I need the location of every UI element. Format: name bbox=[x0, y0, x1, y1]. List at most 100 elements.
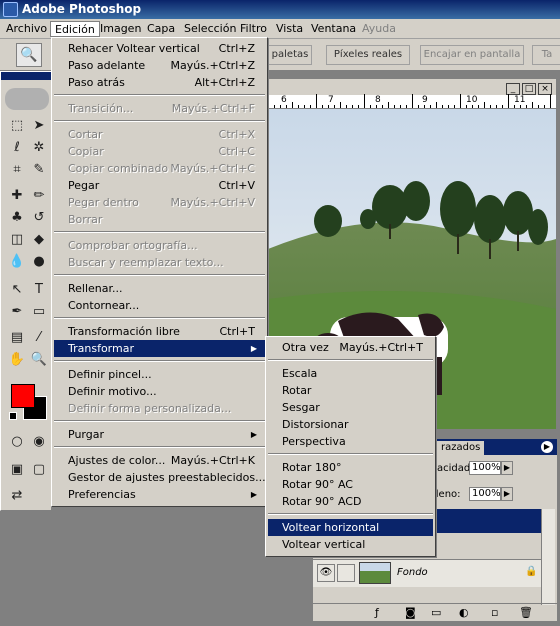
menu-item-preset-manager[interactable]: Gestor de ajustes preestablecidos... bbox=[54, 469, 266, 486]
menu-item-transform[interactable]: Transformar ▶ bbox=[54, 340, 265, 357]
menu-item-flip-horizontal[interactable]: Voltear horizontal bbox=[268, 519, 433, 536]
screen-mode-full-icon[interactable]: ▢ bbox=[29, 460, 49, 480]
ruler-tick bbox=[388, 102, 389, 108]
menu-item-stroke[interactable]: Contornear... bbox=[54, 297, 265, 314]
fill-input[interactable]: 100% bbox=[469, 487, 501, 501]
adjustment-layer-icon[interactable]: ◐ bbox=[459, 606, 469, 619]
menu-item-define-brush[interactable]: Definir pincel... bbox=[54, 366, 265, 383]
pen-tool-icon[interactable]: ✒ bbox=[7, 302, 27, 322]
menu-ventana[interactable]: Ventana bbox=[307, 21, 360, 37]
paint-bucket-icon[interactable]: ◆ bbox=[29, 230, 49, 250]
ruler-tick bbox=[544, 105, 545, 108]
actual-pixels-button[interactable]: Píxeles reales bbox=[326, 45, 410, 65]
history-brush-icon[interactable]: ↺ bbox=[29, 208, 49, 228]
menu-item-step-forward[interactable]: Paso adelante Mayús.+Ctrl+Z bbox=[54, 57, 265, 74]
type-tool-icon[interactable]: T bbox=[29, 280, 49, 300]
title-bar: Adobe Photoshop bbox=[0, 0, 560, 19]
screen-mode-standard-icon[interactable]: ▣ bbox=[7, 460, 27, 480]
fill-arrow-icon[interactable]: ▶ bbox=[501, 487, 513, 501]
print-size-button[interactable]: Ta bbox=[532, 45, 560, 65]
menu-item-paste[interactable]: Pegar Ctrl+V bbox=[54, 177, 265, 194]
menu-item-scale[interactable]: Escala bbox=[268, 365, 433, 382]
menu-item-perspective[interactable]: Perspectiva bbox=[268, 433, 433, 450]
opacity-input[interactable]: 100% bbox=[469, 461, 501, 475]
crop-tool-icon[interactable]: ⌗ bbox=[7, 160, 27, 180]
maximize-icon[interactable]: □ bbox=[522, 83, 536, 95]
zoom-tool-icon[interactable]: 🔍 bbox=[16, 43, 42, 67]
fit-screen-button[interactable]: Encajar en pantalla bbox=[420, 45, 524, 65]
menu-ayuda[interactable]: Ayuda bbox=[358, 21, 400, 37]
hand-tool-icon[interactable]: ✋ bbox=[7, 350, 27, 370]
trash-icon[interactable]: 🗑 bbox=[519, 606, 533, 619]
menu-item-define-pattern[interactable]: Definir motivo... bbox=[54, 383, 265, 400]
eyedropper-icon[interactable]: ⁄ bbox=[29, 328, 49, 348]
new-layer-icon[interactable]: ▫ bbox=[491, 606, 498, 619]
menu-imagen[interactable]: Imagen bbox=[96, 21, 145, 37]
magic-wand-icon[interactable]: ✲ bbox=[29, 138, 49, 158]
jump-to-imageready-icon[interactable]: ⇄ bbox=[7, 486, 27, 506]
menu-capa[interactable]: Capa bbox=[143, 21, 179, 37]
tab-paths[interactable]: razados bbox=[437, 441, 485, 455]
menu-item-rotate-180[interactable]: Rotar 180° bbox=[268, 459, 433, 476]
menu-vista[interactable]: Vista bbox=[272, 21, 307, 37]
ruler-tick bbox=[394, 105, 395, 108]
menu-item-free-transform[interactable]: Transformación libre Ctrl+T bbox=[54, 323, 265, 340]
path-selection-icon[interactable]: ↖ bbox=[7, 280, 27, 300]
slice-tool-icon[interactable]: ✎ bbox=[29, 160, 49, 180]
opacity-arrow-icon[interactable]: ▶ bbox=[501, 461, 513, 475]
ruler-tick bbox=[508, 94, 509, 108]
standard-mode-icon[interactable]: ○ bbox=[7, 432, 27, 452]
layer-mask-icon[interactable]: ◙ bbox=[405, 606, 416, 619]
ruler-tick bbox=[460, 94, 461, 108]
menu-item-color-settings[interactable]: Ajustes de color... Mayús.+Ctrl+K bbox=[54, 452, 265, 469]
brush-tool-icon[interactable]: ✏ bbox=[29, 186, 49, 206]
eraser-tool-icon[interactable]: ◫ bbox=[7, 230, 27, 250]
menu-item-purge[interactable]: Purgar ▶ bbox=[54, 426, 265, 443]
menu-item-again[interactable]: Otra vez Mayús.+Ctrl+T bbox=[268, 339, 433, 356]
menu-item-fill[interactable]: Rellenar... bbox=[54, 280, 265, 297]
ruler-tick bbox=[502, 105, 503, 108]
menu-item-flip-vertical[interactable]: Voltear vertical bbox=[268, 536, 433, 553]
default-colors-icon[interactable] bbox=[9, 412, 17, 420]
lasso-tool-icon[interactable]: ℓ bbox=[7, 138, 27, 158]
menu-filtro[interactable]: Filtro bbox=[236, 21, 271, 37]
layers-scrollbar[interactable] bbox=[541, 509, 555, 605]
ruler-tick bbox=[478, 105, 479, 108]
menu-item-distort[interactable]: Distorsionar bbox=[268, 416, 433, 433]
shape-tool-icon[interactable]: ▭ bbox=[29, 302, 49, 322]
menu-item-rotate-90-ccw[interactable]: Rotar 90° ACD bbox=[268, 493, 433, 510]
notes-tool-icon[interactable]: ▤ bbox=[7, 328, 27, 348]
ruler-tick bbox=[448, 105, 449, 108]
layer-style-icon[interactable]: ƒ bbox=[375, 606, 379, 619]
dodge-tool-icon[interactable]: ● bbox=[29, 252, 49, 272]
menu-item-skew[interactable]: Sesgar bbox=[268, 399, 433, 416]
menu-item-step-backward[interactable]: Paso atrás Alt+Ctrl+Z bbox=[54, 74, 265, 91]
marquee-tool-icon[interactable]: ⬚ bbox=[7, 116, 27, 136]
clone-stamp-icon[interactable]: ♣ bbox=[7, 208, 27, 228]
new-set-icon[interactable]: ▭ bbox=[431, 606, 441, 619]
blur-tool-icon[interactable]: 💧 bbox=[7, 252, 27, 272]
menu-item-redo[interactable]: Rehacer Voltear vertical Ctrl+Z bbox=[54, 40, 265, 57]
move-tool-icon[interactable]: ➤ bbox=[29, 116, 49, 136]
menu-item-rotate-90-cw[interactable]: Rotar 90° AC bbox=[268, 476, 433, 493]
menu-edicion[interactable]: Edición bbox=[50, 21, 100, 37]
menu-seleccion[interactable]: Selección bbox=[180, 21, 240, 37]
healing-brush-icon[interactable]: ✚ bbox=[7, 186, 27, 206]
photoshop-icon bbox=[3, 2, 18, 17]
menu-separator bbox=[54, 231, 265, 233]
selected-layer-row[interactable] bbox=[437, 509, 541, 533]
palettes-button[interactable]: paletas bbox=[268, 45, 312, 65]
layer-row-fondo[interactable]: 👁 Fondo 🔒 bbox=[313, 559, 541, 587]
menu-item-fade: Transición... Mayús.+Ctrl+F bbox=[68, 102, 255, 115]
menu-item-copy: Copiar Ctrl+C bbox=[68, 145, 255, 158]
quickmask-mode-icon[interactable]: ◉ bbox=[29, 432, 49, 452]
menu-item-rotate[interactable]: Rotar bbox=[268, 382, 433, 399]
foreground-color-swatch[interactable] bbox=[11, 384, 35, 408]
eye-icon[interactable]: 👁 bbox=[317, 564, 335, 582]
ruler-tick bbox=[274, 105, 275, 108]
menu-item-preferences[interactable]: Preferencias ▶ bbox=[54, 486, 265, 503]
zoom-tool-icon-small[interactable]: 🔍 bbox=[29, 350, 49, 370]
menu-archivo[interactable]: Archivo bbox=[2, 21, 51, 37]
link-slot[interactable] bbox=[337, 564, 355, 582]
panel-menu-icon[interactable]: ▶ bbox=[541, 441, 553, 453]
